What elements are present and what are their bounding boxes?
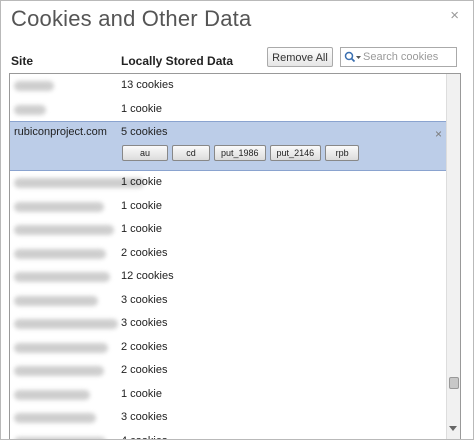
- cookie-chip[interactable]: put_2146: [269, 145, 322, 161]
- remove-all-button[interactable]: Remove All: [267, 47, 333, 67]
- cookie-count: 3 cookies: [121, 317, 168, 329]
- redacted-site-name: [14, 272, 110, 282]
- site-row[interactable]: 13 cookies: [10, 74, 446, 97]
- site-row[interactable]: 2 cookies: [10, 242, 446, 265]
- site-row-selected[interactable]: rubiconproject.com 5 cookies au cd put_1986 p…: [10, 121, 446, 171]
- cookie-count: 3 cookies: [121, 293, 168, 306]
- redacted-site-name: [14, 104, 46, 115]
- site-row[interactable]: 12 cookies: [10, 265, 446, 288]
- cookie-count: 1 cookie: [121, 176, 162, 188]
- site-name: rubiconproject.com: [14, 126, 107, 138]
- scrollbar-thumb[interactable]: [449, 377, 459, 389]
- cookie-count: 12 cookies: [121, 270, 174, 282]
- cookie-chip[interactable]: rpb: [325, 145, 360, 161]
- cookie-count: 2 cookies: [121, 246, 168, 259]
- cookie-count: 3 cookies: [121, 411, 168, 423]
- cookies-dialog: Cookies and Other Data × Site Locally St…: [0, 0, 474, 440]
- cookie-count: 5 cookies: [121, 126, 168, 138]
- cookie-site-list[interactable]: 13 cookies 1 cookie rubiconproject.com 5 co…: [9, 73, 461, 440]
- redacted-site-name: [14, 295, 98, 306]
- redacted-site-name: [14, 201, 104, 212]
- column-header-site: Site: [11, 54, 34, 68]
- cookie-chip[interactable]: au: [122, 145, 168, 161]
- site-row[interactable]: 3 cookies: [10, 289, 446, 312]
- column-header-data: Locally Stored Data: [121, 54, 234, 68]
- cookie-count: 2 cookies: [121, 364, 168, 376]
- remove-site-close-icon[interactable]: ×: [435, 127, 442, 141]
- cookie-count: 4 cookies: [121, 430, 167, 440]
- site-row[interactable]: 1 cookie: [10, 98, 446, 121]
- cookie-chip-list: au cd put_1986 put_2146 rpb: [122, 145, 363, 163]
- cookie-count: 1 cookie: [121, 199, 162, 212]
- redacted-site-name: [14, 342, 108, 353]
- site-row[interactable]: 1 cookie: [10, 383, 446, 406]
- scroll-down-arrow-icon[interactable]: [449, 426, 457, 431]
- search-box[interactable]: [340, 47, 457, 67]
- redacted-site-name: [14, 436, 106, 439]
- redacted-site-name: [14, 389, 90, 400]
- site-row[interactable]: 3 cookies: [10, 406, 446, 429]
- redacted-site-name: [14, 248, 106, 259]
- search-input[interactable]: [363, 49, 453, 65]
- site-row[interactable]: 2 cookies: [10, 359, 446, 382]
- site-row[interactable]: 1 cookie: [10, 195, 446, 218]
- dialog-title: Cookies and Other Data: [11, 6, 252, 31]
- cookie-count: 2 cookies: [121, 340, 168, 353]
- redacted-site-name: [14, 366, 104, 376]
- cookie-count: 1 cookie: [121, 223, 162, 235]
- site-row[interactable]: 3 cookies: [10, 312, 446, 335]
- scrollbar[interactable]: [446, 74, 460, 439]
- cookie-chip[interactable]: put_1986: [214, 145, 266, 161]
- cookie-chip[interactable]: cd: [172, 145, 210, 161]
- redacted-site-name: [14, 319, 118, 329]
- site-row[interactable]: 1 cookie: [10, 218, 446, 241]
- redacted-site-name: [14, 81, 54, 91]
- dialog-close-icon[interactable]: ×: [450, 8, 459, 23]
- cookie-count: 13 cookies: [121, 79, 174, 91]
- site-row[interactable]: 2 cookies: [10, 336, 446, 359]
- cookie-count: 1 cookie: [121, 102, 162, 115]
- redacted-site-name: [14, 225, 114, 235]
- cookie-count: 1 cookie: [121, 387, 162, 400]
- search-icon[interactable]: [344, 51, 364, 63]
- redacted-site-name: [14, 413, 96, 423]
- site-row[interactable]: 1 cookie: [10, 171, 446, 194]
- site-row[interactable]: 4 cookies: [10, 430, 446, 440]
